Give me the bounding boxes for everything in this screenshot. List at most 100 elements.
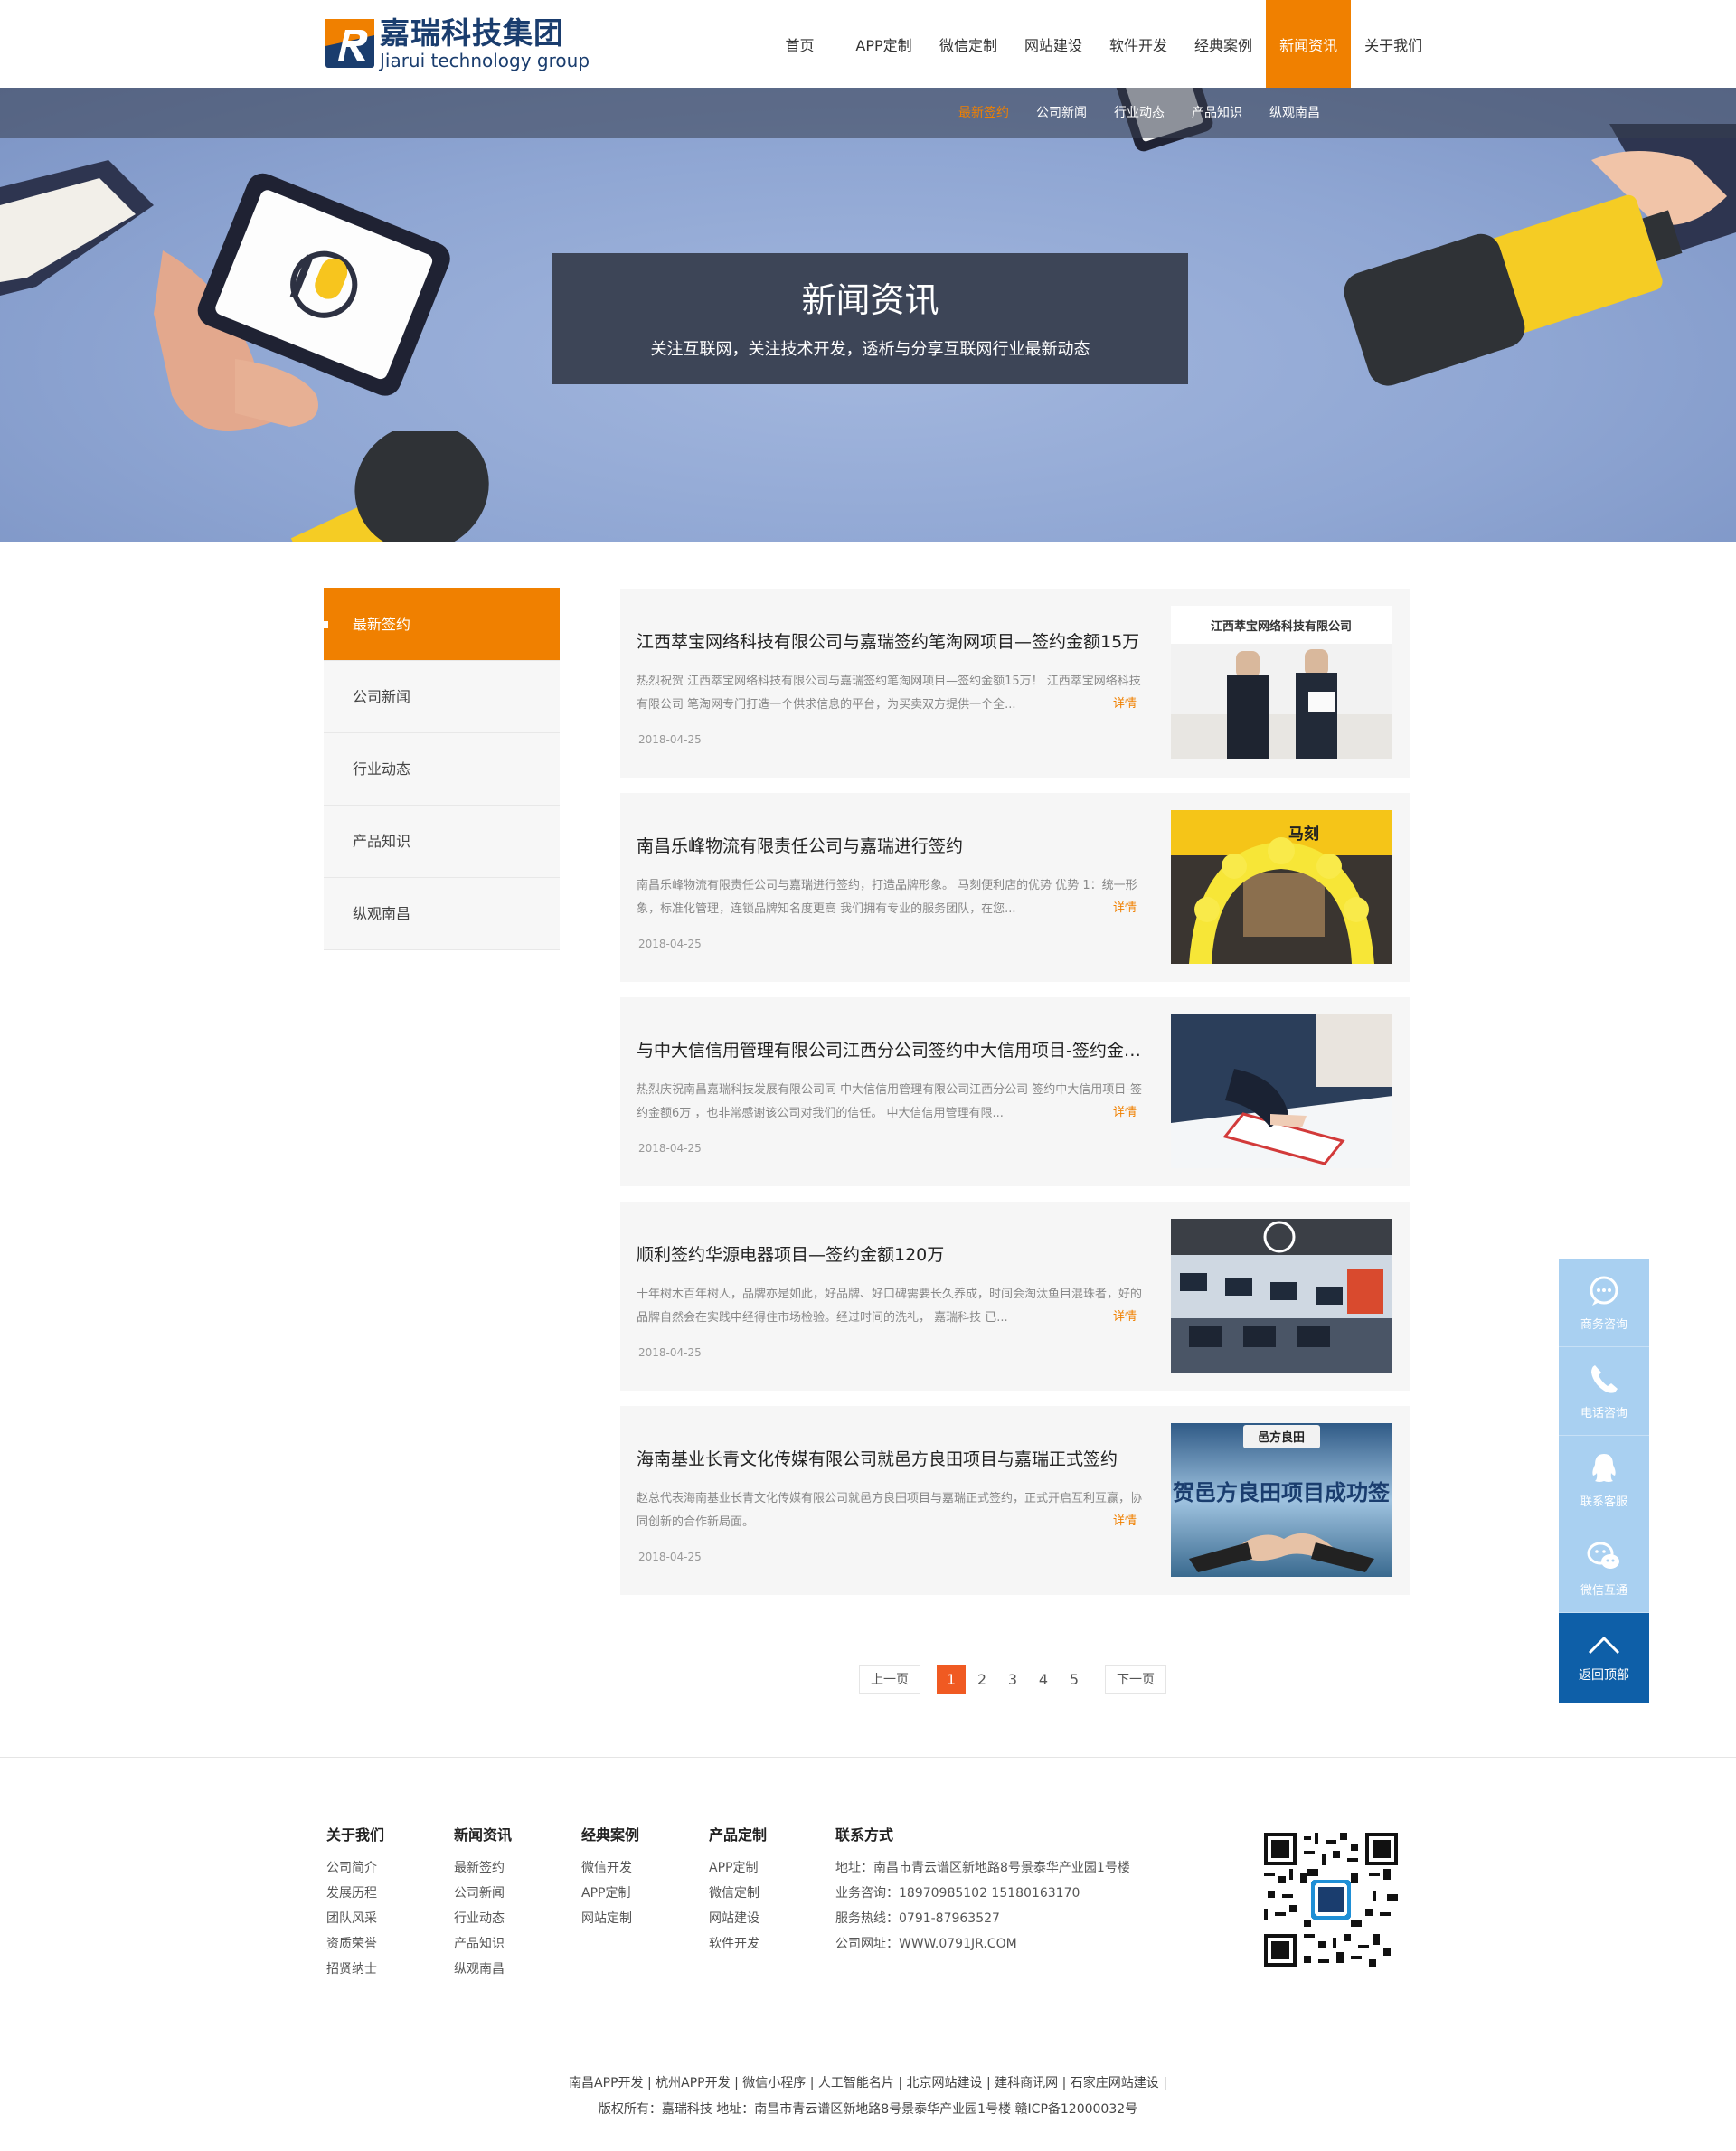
- footer-link[interactable]: 公司新闻: [454, 1881, 512, 1906]
- news-title[interactable]: 顺利签约华源电器项目—签约金额120万: [637, 1241, 1143, 1266]
- news-title[interactable]: 南昌乐峰物流有限责任公司与嘉瑞进行签约: [637, 833, 1143, 857]
- news-title[interactable]: 江西萃宝网络科技有限公司与嘉瑞签约笔淘网项目—签约金额15万: [637, 628, 1143, 653]
- news-item[interactable]: 海南基业长青文化传媒有限公司就邑方良田项目与嘉瑞正式签约 赵总代表海南基业长青文…: [620, 1406, 1410, 1595]
- news-list: 江西萃宝网络科技有限公司与嘉瑞签约笔淘网项目—签约金额15万 热烈祝贺 江西萃宝…: [620, 589, 1410, 1610]
- page-number[interactable]: 1: [937, 1665, 966, 1694]
- page-number[interactable]: 5: [1060, 1665, 1089, 1694]
- news-date: 2018-04-25: [638, 1346, 702, 1359]
- nav-item-website[interactable]: 网站建设: [1011, 0, 1096, 88]
- page-number[interactable]: 2: [967, 1665, 996, 1694]
- news-thumbnail-headline: 贺邑方良田项目成功签: [1173, 1480, 1391, 1505]
- floating-service-bar: 商务咨询 电话咨询 联系客服 微信互通 返回顶部: [1559, 1259, 1649, 1703]
- sidebar-item-industry[interactable]: 行业动态: [324, 733, 560, 806]
- news-thumbnail-sign: 江西萃宝网络科技有限公司: [1211, 619, 1352, 634]
- nav-item-about[interactable]: 关于我们: [1351, 0, 1436, 88]
- sidebar-item-latest[interactable]: 最新签约: [324, 588, 560, 661]
- next-page-button[interactable]: 下一页: [1105, 1665, 1166, 1694]
- news-detail-link[interactable]: 详情: [1113, 693, 1137, 711]
- microphone-bottom-illustration: [290, 431, 489, 542]
- banner-caption: 新闻资讯 关注互联网，关注技术开发，透析与分享互联网行业最新动态: [552, 253, 1188, 384]
- back-to-top-button[interactable]: 返回顶部: [1559, 1613, 1649, 1703]
- footer-column-cases: 经典案例 微信开发 APP定制 网站定制: [581, 1823, 639, 1931]
- news-item[interactable]: 顺利签约华源电器项目—签约金额120万 十年树木百年树人，品牌亦是如此，好品牌、…: [620, 1202, 1410, 1391]
- footer-link[interactable]: 纵观南昌: [454, 1957, 512, 1982]
- footer-link[interactable]: 最新签约: [454, 1855, 512, 1881]
- news-thumbnail[interactable]: 马刻: [1171, 810, 1392, 964]
- footer-link[interactable]: 产品知识: [454, 1931, 512, 1957]
- footer-link[interactable]: 网站建设: [709, 1906, 767, 1931]
- friend-link[interactable]: 石家庄网站建设: [1071, 2076, 1159, 2090]
- qq-icon: [1592, 1454, 1616, 1482]
- friend-link[interactable]: 南昌APP开发: [569, 2076, 643, 2090]
- friend-link[interactable]: 微信小程序: [742, 2076, 806, 2090]
- subnav-item-nanchang[interactable]: 纵观南昌: [1256, 88, 1334, 138]
- footer-column-products: 产品定制 APP定制 微信定制 网站建设 软件开发: [709, 1823, 767, 1957]
- footer-column-about: 关于我们 公司简介 发展历程 团队风采 资质荣誉 招贤纳士: [326, 1823, 384, 1982]
- back-to-top-label: 返回顶部: [1579, 1667, 1629, 1683]
- friend-link[interactable]: 建科商讯网: [995, 2076, 1058, 2090]
- footer-column-contact: 联系方式 地址：南昌市青云谱区新地路8号景泰华产业园1号楼 业务咨询：18970…: [835, 1823, 1130, 1957]
- logo-name-cn: 嘉瑞科技集团: [380, 15, 564, 51]
- category-sidebar: 最新签约 公司新闻 行业动态 产品知识 纵观南昌: [324, 588, 560, 950]
- nav-item-home[interactable]: 首页: [758, 0, 842, 88]
- news-detail-link[interactable]: 详情: [1113, 898, 1137, 915]
- news-date: 2018-04-25: [638, 1142, 702, 1155]
- friend-link[interactable]: 人工智能名片: [818, 2076, 894, 2090]
- site-header: 嘉瑞科技集团 Jiarui technology group 首页 APP定制 …: [0, 0, 1736, 88]
- footer-link[interactable]: 招贤纳士: [326, 1957, 384, 1982]
- footer-link[interactable]: 微信定制: [709, 1881, 767, 1906]
- subnav-item-product[interactable]: 产品知识: [1178, 88, 1256, 138]
- news-title[interactable]: 海南基业长青文化传媒有限公司就邑方良田项目与嘉瑞正式签约: [637, 1446, 1143, 1470]
- phone-consult-button[interactable]: 电话咨询: [1559, 1347, 1649, 1436]
- footer-column-title: 产品定制: [709, 1826, 768, 1844]
- friend-link[interactable]: 北京网站建设: [907, 2076, 983, 2090]
- page-number[interactable]: 4: [1029, 1665, 1058, 1694]
- nav-item-software[interactable]: 软件开发: [1096, 0, 1181, 88]
- footer-link[interactable]: 行业动态: [454, 1906, 512, 1931]
- subnav-item-company[interactable]: 公司新闻: [1023, 88, 1100, 138]
- nav-item-news[interactable]: 新闻资讯: [1266, 0, 1352, 88]
- news-thumbnail[interactable]: 邑方良田 贺邑方良田项目成功签: [1171, 1423, 1392, 1577]
- nav-item-app[interactable]: APP定制: [842, 0, 926, 88]
- footer-link[interactable]: 微信开发: [581, 1855, 639, 1881]
- news-summary: 热烈祝贺 江西萃宝网络科技有限公司与嘉瑞签约笔淘网项目—签约金额15万！ 江西萃…: [637, 675, 1141, 712]
- footer-link[interactable]: 网站定制: [581, 1906, 639, 1931]
- float-label: 商务咨询: [1580, 1318, 1628, 1332]
- footer-link[interactable]: APP定制: [581, 1881, 639, 1906]
- sidebar-item-company[interactable]: 公司新闻: [324, 661, 560, 733]
- subnav-item-latest[interactable]: 最新签约: [945, 88, 1023, 138]
- friend-link[interactable]: 杭州APP开发: [656, 2076, 730, 2090]
- customer-service-button[interactable]: 联系客服: [1559, 1436, 1649, 1524]
- news-detail-link[interactable]: 详情: [1113, 1511, 1137, 1528]
- news-detail-link[interactable]: 详情: [1113, 1102, 1137, 1119]
- wechat-button[interactable]: 微信互通: [1559, 1524, 1649, 1613]
- footer-column-title: 联系方式: [835, 1826, 894, 1844]
- qr-code-icon: [1264, 1833, 1398, 1967]
- news-item[interactable]: 南昌乐峰物流有限责任公司与嘉瑞进行签约 南昌乐峰物流有限责任公司与嘉瑞进行签约，…: [620, 793, 1410, 982]
- footer-link[interactable]: 资质荣誉: [326, 1931, 384, 1957]
- prev-page-button[interactable]: 上一页: [859, 1665, 920, 1694]
- contact-hotline: 服务热线：0791-87963527: [835, 1911, 1000, 1926]
- contact-website[interactable]: 公司网址：WWW.0791JR.COM: [835, 1931, 1130, 1957]
- news-thumbnail[interactable]: 江西萃宝网络科技有限公司: [1171, 606, 1392, 759]
- footer-link[interactable]: 团队风采: [326, 1906, 384, 1931]
- page-number[interactable]: 3: [998, 1665, 1027, 1694]
- sidebar-item-product[interactable]: 产品知识: [324, 806, 560, 878]
- footer-link[interactable]: 发展历程: [326, 1881, 384, 1906]
- nav-item-wechat[interactable]: 微信定制: [926, 0, 1011, 88]
- news-item[interactable]: 与中大信信用管理有限公司江西分公司签约中大信用项目-签约金额6万 热烈庆祝南昌嘉…: [620, 997, 1410, 1186]
- news-title[interactable]: 与中大信信用管理有限公司江西分公司签约中大信用项目-签约金额6万: [637, 1037, 1143, 1061]
- sidebar-item-nanchang[interactable]: 纵观南昌: [324, 878, 560, 950]
- news-thumbnail[interactable]: [1171, 1014, 1392, 1168]
- nav-item-cases[interactable]: 经典案例: [1181, 0, 1266, 88]
- footer-link[interactable]: 公司简介: [326, 1855, 384, 1881]
- subnav-item-industry[interactable]: 行业动态: [1100, 88, 1178, 138]
- footer-link[interactable]: 软件开发: [709, 1931, 767, 1957]
- news-thumbnail[interactable]: [1171, 1219, 1392, 1373]
- logo[interactable]: 嘉瑞科技集团 Jiarui technology group: [324, 14, 590, 72]
- business-consult-button[interactable]: 商务咨询: [1559, 1259, 1649, 1347]
- footer-link[interactable]: APP定制: [709, 1855, 767, 1881]
- news-detail-link[interactable]: 详情: [1113, 1307, 1137, 1324]
- news-item[interactable]: 江西萃宝网络科技有限公司与嘉瑞签约笔淘网项目—签约金额15万 热烈祝贺 江西萃宝…: [620, 589, 1410, 778]
- phone-illustration: [0, 160, 450, 431]
